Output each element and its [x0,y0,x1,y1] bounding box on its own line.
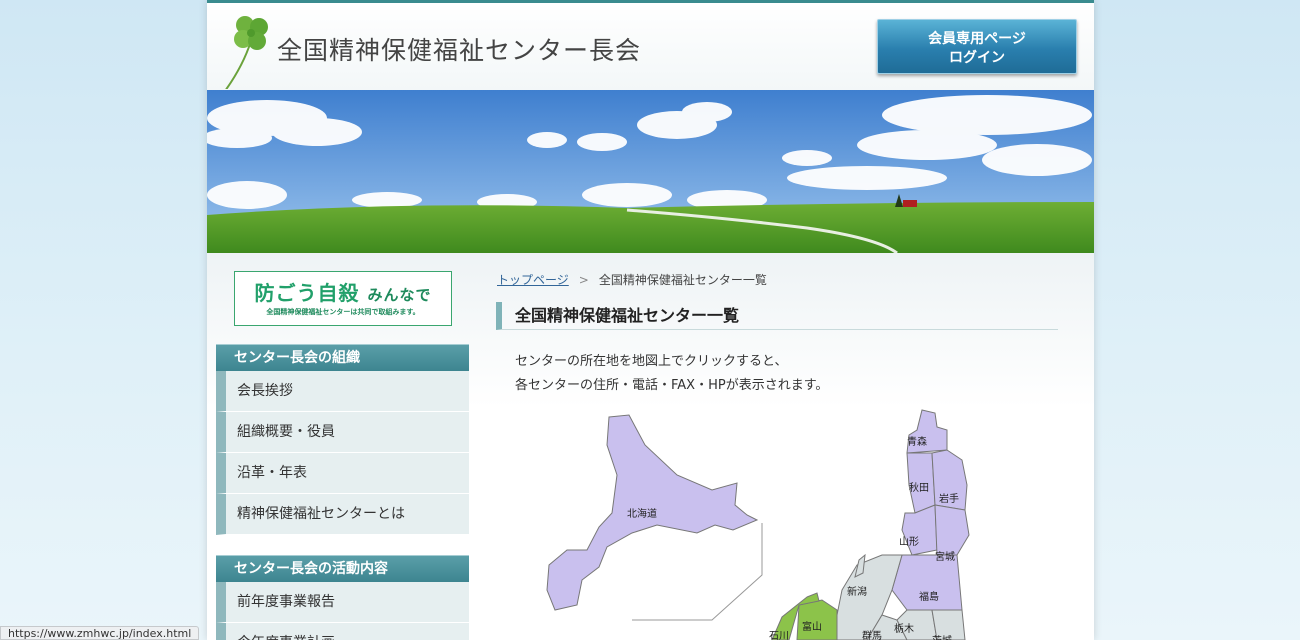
sidebar-heading: センター長会の活動内容 [216,555,469,582]
campaign-main: 防ごう自殺 [254,281,360,305]
browser-status-url: https://www.zmhwc.jp/index.html [0,626,200,640]
description-line-1: センターの所在地を地図上でクリックすると、 [515,354,788,369]
map-label-yamagata: 山形 [899,536,919,548]
description-line-2: 各センターの住所・電話・FAX・HPが表示されます。 [515,378,829,393]
login-button-line-1: 会員専用ページ [928,30,1026,46]
campaign-sub-text: 全国精神保健福祉センターは共同で取組みます。 [266,308,420,316]
map-label-toyama: 富山 [802,620,822,633]
japan-map: 北海道 青森 秋田 岩手 山形 宮城 新潟 福島 富山 石川 群馬 栃木 茨城 [546,409,970,640]
breadcrumb-current: 全国精神保健福祉センター一覧 [598,273,767,287]
site-title[interactable]: 全国精神保健福祉センター長会 [277,31,641,67]
map-inset-divider [632,523,763,621]
breadcrumb-separator: > [578,273,589,287]
member-login-button[interactable]: 会員専用ページ ログイン [877,19,1077,74]
map-region-toyama[interactable] [796,599,838,640]
map-label-miyagi: 宮城 [935,550,955,563]
map-label-akita: 秋田 [909,481,929,494]
sidebar-item-last-year-report[interactable]: 前年度事業報告 [216,582,469,623]
sidebar-item-history[interactable]: 沿革・年表 [216,453,469,494]
map-region-miyagi[interactable] [934,504,970,556]
sidebar-item-chairman-greeting[interactable]: 会長挨拶 [216,371,469,412]
map-label-gunma: 群馬 [862,629,882,640]
page-container: 全国精神保健福祉センター長会 会員専用ページ ログイン 防ごう自殺 みんなで 全… [207,0,1094,640]
sidebar-item-this-year-plan[interactable]: 今年度事業計画 [216,623,469,640]
map-label-niigata: 新潟 [847,585,867,598]
site-header: 全国精神保健福祉センター長会 会員専用ページ ログイン [207,3,1094,90]
sidebar-heading: センター長会の組織 [216,344,469,371]
breadcrumb-home-link[interactable]: トップページ [497,273,569,287]
map-label-iwate: 岩手 [939,492,959,505]
clover-logo-icon[interactable] [221,11,281,89]
page-title: 全国精神保健福祉センター一覧 [496,302,1058,330]
suicide-prevention-banner[interactable]: 防ごう自殺 みんなで 全国精神保健福祉センターは共同で取組みます。 [234,271,452,326]
breadcrumb: トップページ > 全国精神保健福祉センター一覧 [497,271,767,288]
hero-landscape-image [207,90,1094,253]
sidebar-section-activities: センター長会の活動内容 前年度事業報告 今年度事業計画 [216,555,469,640]
map-label-fukushima: 福島 [919,590,939,603]
hero-banner [207,90,1094,253]
page-description: センターの所在地を地図上でクリックすると、 各センターの住所・電話・FAX・HP… [515,350,828,398]
map-label-hokkaido: 北海道 [627,507,657,520]
map-label-tochigi: 栃木 [894,622,914,635]
campaign-main-small: みんなで [367,286,432,304]
map-label-ishikawa: 石川 [769,631,789,640]
sidebar-item-about-centers[interactable]: 精神保健福祉センターとは [216,494,469,535]
map-label-aomori: 青森 [907,435,927,448]
sidebar-section-organization: センター長会の組織 会長挨拶 組織概要・役員 沿革・年表 精神保健福祉センターと… [216,344,469,535]
sidebar-item-organization-overview[interactable]: 組織概要・役員 [216,412,469,453]
login-button-line-2: ログイン [949,49,1005,65]
campaign-main-text: 防ごう自殺 みんなで [235,277,451,306]
